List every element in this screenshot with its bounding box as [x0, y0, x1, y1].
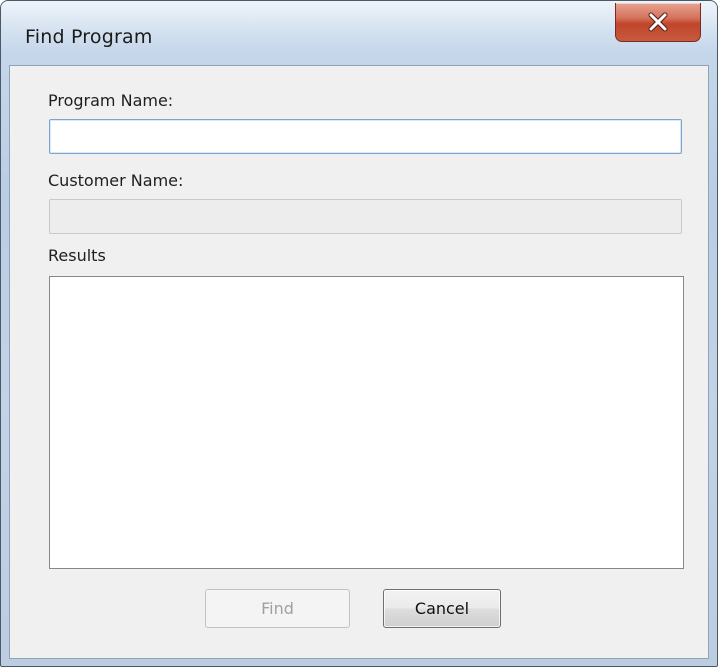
customer-name-label: Customer Name:: [48, 171, 184, 190]
dialog-client-area: Program Name: Customer Name: Results Fin…: [9, 65, 709, 659]
results-list[interactable]: [49, 276, 684, 569]
close-icon: [647, 12, 669, 32]
find-program-dialog: Find Program Program Name: Customer Name…: [0, 0, 718, 667]
close-button[interactable]: [615, 3, 701, 42]
cancel-button[interactable]: Cancel: [383, 589, 501, 628]
window-title: Find Program: [25, 26, 153, 48]
results-label: Results: [48, 246, 106, 265]
find-button[interactable]: Find: [205, 589, 350, 628]
program-name-label: Program Name:: [48, 91, 174, 110]
program-name-input[interactable]: [49, 119, 682, 154]
customer-name-input[interactable]: [49, 199, 682, 234]
